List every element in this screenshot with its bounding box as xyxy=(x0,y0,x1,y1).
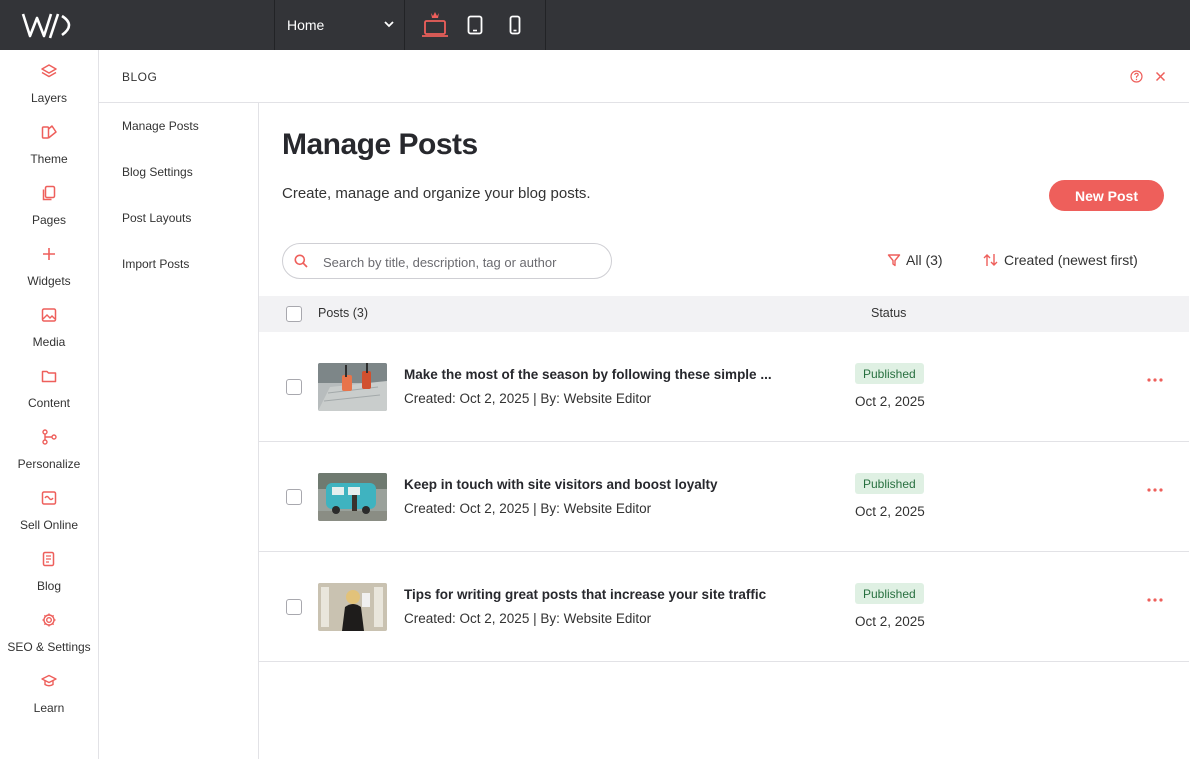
sort-icon xyxy=(983,254,998,266)
post-date: Oct 2, 2025 xyxy=(855,614,925,629)
post-date: Oct 2, 2025 xyxy=(855,394,925,409)
sort-button[interactable]: Created (newest first) xyxy=(983,252,1138,268)
top-bar: Home xyxy=(0,0,1190,50)
subnav-import-posts[interactable]: Import Posts xyxy=(122,257,189,271)
page-subtitle: Create, manage and organize your blog po… xyxy=(282,185,591,202)
rail-item-pages[interactable]: Pages xyxy=(0,182,98,238)
post-thumbnail xyxy=(318,363,387,411)
post-meta: Created: Oct 2, 2025 | By: Website Edito… xyxy=(404,391,652,406)
page-select[interactable]: Home xyxy=(274,0,405,50)
folder-icon xyxy=(41,370,57,383)
close-icon[interactable] xyxy=(1155,71,1166,82)
rail-item-learn[interactable]: Learn xyxy=(0,670,98,726)
mobile-view-button[interactable] xyxy=(499,10,531,40)
search-box xyxy=(282,243,612,279)
panel-title: BLOG xyxy=(122,70,158,84)
tablet-icon xyxy=(467,15,483,35)
subnav-blog-settings[interactable]: Blog Settings xyxy=(122,165,193,179)
layers-icon xyxy=(41,64,57,78)
more-options-icon[interactable] xyxy=(1147,598,1163,602)
subnav-manage-posts[interactable]: Manage Posts xyxy=(122,119,199,133)
post-title[interactable]: Make the most of the season by following… xyxy=(404,367,772,382)
logo[interactable] xyxy=(0,0,98,50)
theme-icon xyxy=(41,125,57,139)
filter-icon xyxy=(887,254,901,267)
status-badge: Published xyxy=(855,473,924,494)
subnav-post-layouts[interactable]: Post Layouts xyxy=(122,211,191,225)
post-thumbnail xyxy=(318,583,387,631)
left-rail: Layers Theme Pages Widgets Media Content… xyxy=(0,50,99,759)
rail-item-sell-online[interactable]: Sell Online xyxy=(0,487,98,543)
plus-icon xyxy=(43,248,55,260)
rail-label: Pages xyxy=(31,213,67,227)
filter-label: All (3) xyxy=(906,252,943,268)
rail-item-media[interactable]: Media xyxy=(0,304,98,360)
rail-item-theme[interactable]: Theme xyxy=(0,121,98,177)
rail-item-personalize[interactable]: Personalize xyxy=(0,426,98,482)
filter-button[interactable]: All (3) xyxy=(887,252,943,268)
blog-subnav: Manage Posts Blog Settings Post Layouts … xyxy=(99,103,259,759)
rail-label: Media xyxy=(32,335,66,349)
rail-label: Content xyxy=(27,396,71,410)
row-checkbox[interactable] xyxy=(286,379,302,395)
post-title[interactable]: Keep in touch with site visitors and boo… xyxy=(404,477,718,492)
rail-label: Widgets xyxy=(27,274,71,288)
rail-label: Blog xyxy=(36,579,62,593)
sort-label: Created (newest first) xyxy=(1004,252,1138,268)
rail-label: Personalize xyxy=(17,457,81,471)
table-row[interactable]: Keep in touch with site visitors and boo… xyxy=(259,442,1189,552)
more-options-icon[interactable] xyxy=(1147,488,1163,492)
rail-label: Layers xyxy=(30,91,68,105)
page-title: Manage Posts xyxy=(282,128,478,161)
help-icon[interactable] xyxy=(1130,70,1143,83)
post-meta: Created: Oct 2, 2025 | By: Website Edito… xyxy=(404,501,652,516)
post-title[interactable]: Tips for writing great posts that increa… xyxy=(404,587,766,602)
pages-icon xyxy=(42,185,56,201)
status-badge: Published xyxy=(855,363,924,384)
rail-item-seo-settings[interactable]: SEO & Settings xyxy=(0,609,98,665)
desktop-view-button[interactable] xyxy=(419,10,451,40)
panel-header: BLOG xyxy=(99,50,1189,103)
column-posts: Posts (3) xyxy=(318,306,369,320)
new-post-button[interactable]: New Post xyxy=(1049,180,1164,211)
mobile-icon xyxy=(509,15,521,35)
search-icon xyxy=(294,254,308,268)
table-header: Posts (3) Status xyxy=(259,296,1189,332)
table-row[interactable]: Tips for writing great posts that increa… xyxy=(259,552,1189,662)
table-row[interactable]: Make the most of the season by following… xyxy=(259,332,1189,442)
desktop-icon xyxy=(422,12,448,37)
row-checkbox[interactable] xyxy=(286,599,302,615)
image-icon xyxy=(41,308,57,322)
rail-item-layers[interactable]: Layers xyxy=(0,60,98,116)
graduation-cap-icon xyxy=(41,674,57,687)
row-checkbox[interactable] xyxy=(286,489,302,505)
gear-icon xyxy=(42,613,56,627)
post-date: Oct 2, 2025 xyxy=(855,504,925,519)
device-switcher xyxy=(405,0,546,50)
rail-item-blog[interactable]: Blog xyxy=(0,548,98,604)
chevron-down-icon xyxy=(384,21,394,28)
rail-item-content[interactable]: Content xyxy=(0,365,98,421)
status-badge: Published xyxy=(855,583,924,604)
column-status: Status xyxy=(871,306,907,320)
blog-icon xyxy=(42,551,55,567)
select-all-checkbox[interactable] xyxy=(286,306,302,322)
more-options-icon[interactable] xyxy=(1147,378,1163,382)
personalize-icon xyxy=(42,429,57,445)
store-icon xyxy=(41,491,57,505)
tablet-view-button[interactable] xyxy=(459,10,491,40)
rail-label: SEO & Settings xyxy=(7,640,91,654)
rail-item-widgets[interactable]: Widgets xyxy=(0,243,98,299)
rail-label: Sell Online xyxy=(19,518,79,532)
search-input[interactable] xyxy=(323,252,603,272)
page-select-value: Home xyxy=(287,17,325,33)
rail-label: Theme xyxy=(30,152,68,166)
logo-mark xyxy=(21,13,71,39)
rail-label: Learn xyxy=(33,701,65,715)
post-meta: Created: Oct 2, 2025 | By: Website Edito… xyxy=(404,611,652,626)
post-thumbnail xyxy=(318,473,387,521)
